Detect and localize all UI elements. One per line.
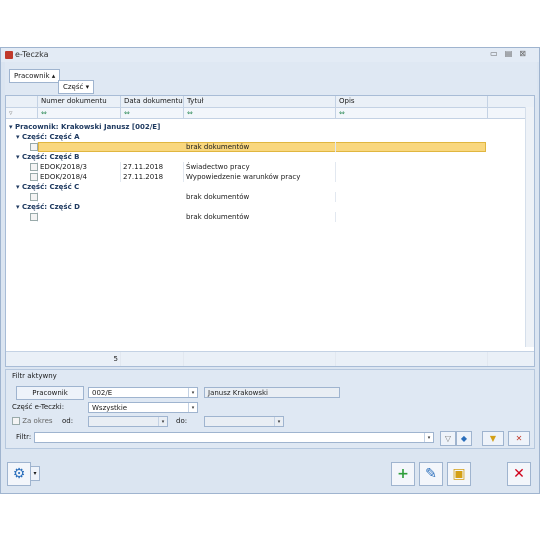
filter-options-icon[interactable]: ◆ <box>456 431 472 446</box>
row-checkbox[interactable] <box>28 192 38 202</box>
grid-header: Numer dokumentu Data dokumentu Tytuł Opi… <box>6 96 534 108</box>
employee-name-field: Janusz Krakowski <box>204 387 340 398</box>
header-opis[interactable]: Opis <box>336 96 488 107</box>
window-title: e-Teczka <box>15 50 49 59</box>
cell-tytul: brak dokumentów <box>184 192 336 202</box>
record-count: 5 <box>38 352 121 366</box>
cell-data: 27.11.2018 <box>121 162 184 172</box>
table-row[interactable]: brak dokumentów <box>6 192 534 202</box>
cell-tytul: Świadectwo pracy <box>184 162 336 172</box>
title-bar: e-Teczka ▭▤⊠ <box>1 48 539 62</box>
filter-cell-numer[interactable]: ⇔ <box>38 108 121 118</box>
chevron-down-icon[interactable]: ▾ <box>188 388 197 397</box>
app-icon <box>5 51 13 59</box>
group-row-part[interactable]: ▾ Część: Część B <box>6 152 534 162</box>
filter-label: Filtr: <box>16 433 32 441</box>
header-numer[interactable]: Numer dokumentu <box>38 96 121 107</box>
row-checkbox[interactable] <box>28 212 38 222</box>
header-tytul[interactable]: Tytuł <box>184 96 336 107</box>
actions-menu-icon[interactable]: ⚙ <box>7 462 31 486</box>
window-controls[interactable]: ▭▤⊠ <box>490 49 533 58</box>
summary-cell <box>121 352 184 366</box>
period-checkbox[interactable]: Za okres <box>12 417 53 425</box>
group-row-part[interactable]: ▾ Część: Część D <box>6 202 534 212</box>
group-tag-czesc[interactable]: Część ▾ <box>58 80 95 94</box>
chevron-down-icon[interactable]: ▾ <box>188 403 197 412</box>
cell-numer: EDOK/2018/4 <box>38 172 121 182</box>
cell-tytul: Wypowiedzenie warunków pracy <box>184 172 336 182</box>
table-row[interactable]: brak dokumentów <box>6 212 534 222</box>
date-from-field: ▾ <box>88 416 168 427</box>
group-row-employee[interactable]: ▾ Pracownik: Krakowski Janusz [002/E] <box>6 122 534 132</box>
group-row-part[interactable]: ▾ Część: Część C <box>6 182 534 192</box>
grid-rows: ▾ Pracownik: Krakowski Janusz [002/E] ▾ … <box>6 122 534 222</box>
from-label: od: <box>62 417 74 425</box>
table-row[interactable]: brak dokumentów <box>6 142 534 152</box>
filter-cell-tytul[interactable]: ⇔ <box>184 108 336 118</box>
vertical-scrollbar[interactable] <box>525 107 534 347</box>
row-checkbox[interactable] <box>28 172 38 182</box>
chevron-down-icon[interactable]: ▾ <box>30 466 40 481</box>
cell-data: 27.11.2018 <box>121 172 184 182</box>
cell-numer: EDOK/2018/3 <box>38 162 121 172</box>
add-button[interactable]: + <box>391 462 415 486</box>
chevron-down-icon[interactable]: ▾ <box>424 433 433 442</box>
e-teczka-window: e-Teczka ▭▤⊠ Pracownik ▴ Część ▾ Numer d… <box>0 47 540 494</box>
cell-tytul: brak dokumentów <box>184 142 336 152</box>
filter-panel: Filtr aktywny Pracownik 002/E ▾ Janusz Kr… <box>5 369 535 449</box>
delete-icon[interactable]: ▣ <box>447 462 471 486</box>
header-indicator <box>6 96 38 107</box>
employee-button[interactable]: Pracownik <box>16 386 84 400</box>
employee-code-field[interactable]: 002/E ▾ <box>88 387 198 398</box>
group-tag-pracownik[interactable]: Pracownik ▴ <box>9 69 61 83</box>
clear-filter-icon[interactable]: ✕ <box>508 431 530 446</box>
filter-input[interactable]: ▾ <box>34 432 434 443</box>
table-row[interactable]: EDOK/2018/4 27.11.2018 Wypowiedzenie war… <box>6 172 534 182</box>
part-select[interactable]: Wszystkie ▾ <box>88 402 198 413</box>
part-label: Część e-Teczki: <box>12 403 65 411</box>
row-checkbox[interactable] <box>28 142 38 152</box>
filter-cell-data[interactable]: ⇔ <box>121 108 184 118</box>
apply-filter-icon[interactable]: ▼ <box>482 431 504 446</box>
cell-tytul: brak dokumentów <box>184 212 336 222</box>
header-data[interactable]: Data dokumentu <box>121 96 184 107</box>
to-label: do: <box>176 417 188 425</box>
filter-icon[interactable]: ▽ <box>440 431 456 446</box>
grouping-area: Pracownik ▴ Część ▾ <box>5 62 537 98</box>
edit-icon[interactable]: ✎ <box>419 462 443 486</box>
filter-cell-opis[interactable]: ⇔ <box>336 108 488 118</box>
row-checkbox[interactable] <box>28 162 38 172</box>
documents-grid: Numer dokumentu Data dokumentu Tytuł Opi… <box>5 95 535 367</box>
group-row-part[interactable]: ▾ Część: Część A <box>6 132 534 142</box>
filter-row: ▿ ⇔ ⇔ ⇔ ⇔ <box>6 108 534 119</box>
summary-bar: 5 <box>6 351 534 366</box>
filter-heading: Filtr aktywny <box>12 372 57 380</box>
table-row[interactable]: EDOK/2018/3 27.11.2018 Świadectwo pracy <box>6 162 534 172</box>
summary-cell <box>336 352 488 366</box>
date-to-field: ▾ <box>204 416 284 427</box>
summary-cell <box>184 352 336 366</box>
close-button[interactable]: ✕ <box>507 462 531 486</box>
filter-row-icon: ▿ <box>6 108 38 118</box>
